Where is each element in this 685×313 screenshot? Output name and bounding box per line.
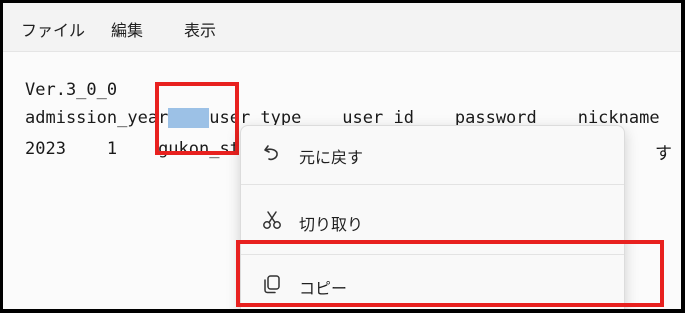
editor-line-3-prefix: 2023 1 <box>25 139 159 159</box>
context-separator <box>241 184 624 185</box>
undo-icon <box>261 142 283 164</box>
editor-line-2-prefix: admission_year <box>25 108 169 128</box>
editor-line-3-tail: す <box>655 144 672 164</box>
highlight-copy-box <box>236 240 664 307</box>
menu-view[interactable]: 表示 <box>184 17 216 41</box>
context-item-undo[interactable]: 元に戻す <box>241 134 624 174</box>
menu-edit[interactable]: 編集 <box>111 17 143 41</box>
scissors-icon <box>261 209 283 231</box>
context-item-label: 切り取り <box>299 215 364 234</box>
menu-file[interactable]: ファイル <box>21 17 85 41</box>
editor-line-1: Ver.3_0_0 <box>25 80 118 100</box>
menubar: ファイル 編集 表示 <box>3 3 681 52</box>
context-item-cut[interactable]: 切り取り <box>241 201 624 241</box>
highlight-selection-box <box>155 82 239 155</box>
context-item-label: 元に戻す <box>299 148 364 167</box>
notepad-window: ファイル 編集 表示 Ver.3_0_0 admission_year user… <box>3 3 681 309</box>
